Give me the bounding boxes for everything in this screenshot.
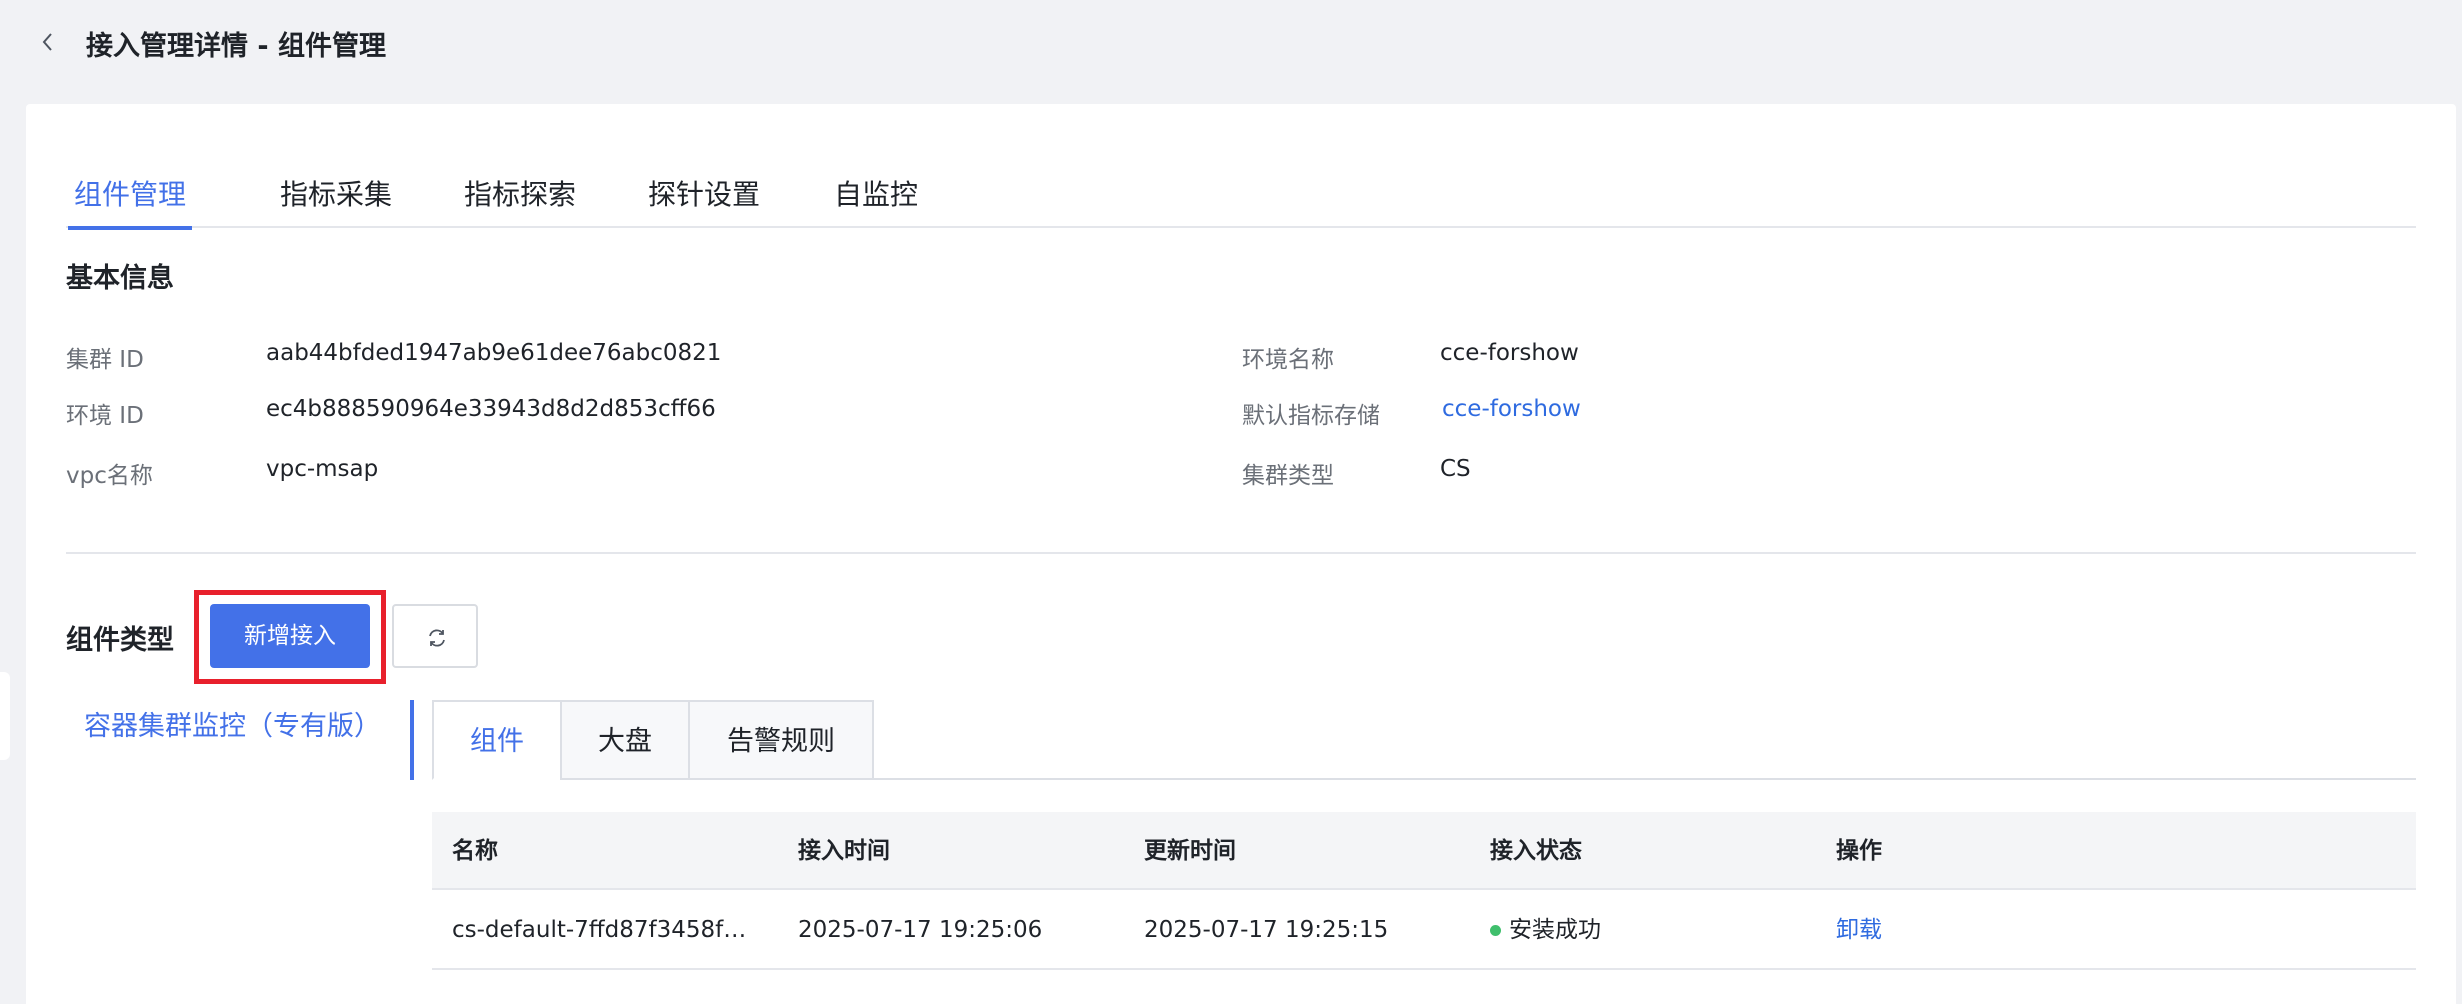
chevron-left-icon[interactable] <box>36 28 60 56</box>
env-id-value: ec4b888590964e33943d8d2d853cff66 <box>266 396 716 422</box>
sub-tab-dashboard[interactable]: 大盘 <box>560 700 690 780</box>
side-nav-container-cluster-monitor[interactable]: 容器集群监控（专有版） <box>84 704 381 743</box>
content-card: 组件管理 指标采集 指标探索 探针设置 自监控 基本信息 集群 ID aab44… <box>26 104 2456 1004</box>
tab-metric-collection[interactable]: 指标采集 <box>274 156 398 228</box>
status-success-dot-icon <box>1490 925 1501 936</box>
row-name: cs-default-7ffd87f3458f4… <box>452 917 752 943</box>
table-header: 名称 接入时间 更新时间 接入状态 操作 <box>432 812 2416 890</box>
env-id-label: 环境 ID <box>66 403 144 429</box>
sub-tab-alert-rules[interactable]: 告警规则 <box>688 700 874 780</box>
tab-component-management[interactable]: 组件管理 <box>68 156 192 230</box>
row-update-time: 2025-07-17 19:25:15 <box>1144 917 1389 943</box>
env-name-value: cce-forshow <box>1440 340 1579 366</box>
column-header-status: 接入状态 <box>1490 838 1582 864</box>
metric-store-link[interactable]: cce-forshow <box>1442 396 1581 422</box>
tab-probe-settings[interactable]: 探针设置 <box>642 156 766 228</box>
cluster-type-value: CS <box>1440 456 1471 482</box>
env-name-label: 环境名称 <box>1242 347 1334 373</box>
side-nav-active-indicator <box>410 700 414 780</box>
tab-self-monitor[interactable]: 自监控 <box>826 156 926 228</box>
vpc-value: vpc-msap <box>266 456 379 482</box>
cluster-id-label: 集群 ID <box>66 347 144 373</box>
tab-metric-explore[interactable]: 指标探索 <box>458 156 582 228</box>
add-access-button[interactable]: 新增接入 <box>210 604 370 668</box>
table-row: cs-default-7ffd87f3458f4… 2025-07-17 19:… <box>432 890 2416 970</box>
column-header-action: 操作 <box>1836 838 1882 864</box>
refresh-icon <box>429 629 445 647</box>
row-status: 安装成功 <box>1490 890 1601 970</box>
column-header-access-time: 接入时间 <box>798 838 890 864</box>
page-header: 接入管理详情 - 组件管理 <box>0 0 2462 86</box>
collapsed-panel-edge[interactable] <box>0 672 10 760</box>
uninstall-link[interactable]: 卸载 <box>1836 890 1882 970</box>
refresh-button[interactable] <box>392 604 478 668</box>
cluster-type-label: 集群类型 <box>1242 463 1334 489</box>
column-header-update-time: 更新时间 <box>1144 838 1236 864</box>
section-divider <box>66 552 2416 554</box>
row-access-time: 2025-07-17 19:25:06 <box>798 917 1043 943</box>
page-title: 接入管理详情 - 组件管理 <box>86 31 387 62</box>
component-type-title: 组件类型 <box>66 625 174 656</box>
sub-tab-components[interactable]: 组件 <box>432 700 562 780</box>
metric-store-label: 默认指标存储 <box>1242 403 1380 429</box>
column-header-name: 名称 <box>452 838 498 864</box>
cluster-id-value: aab44bfded1947ab9e61dee76abc0821 <box>266 340 722 366</box>
vpc-label: vpc名称 <box>66 463 153 489</box>
basic-info-title: 基本信息 <box>66 263 174 294</box>
main-tabs: 组件管理 指标采集 指标探索 探针设置 自监控 <box>66 156 2416 230</box>
row-status-text: 安装成功 <box>1509 917 1601 943</box>
